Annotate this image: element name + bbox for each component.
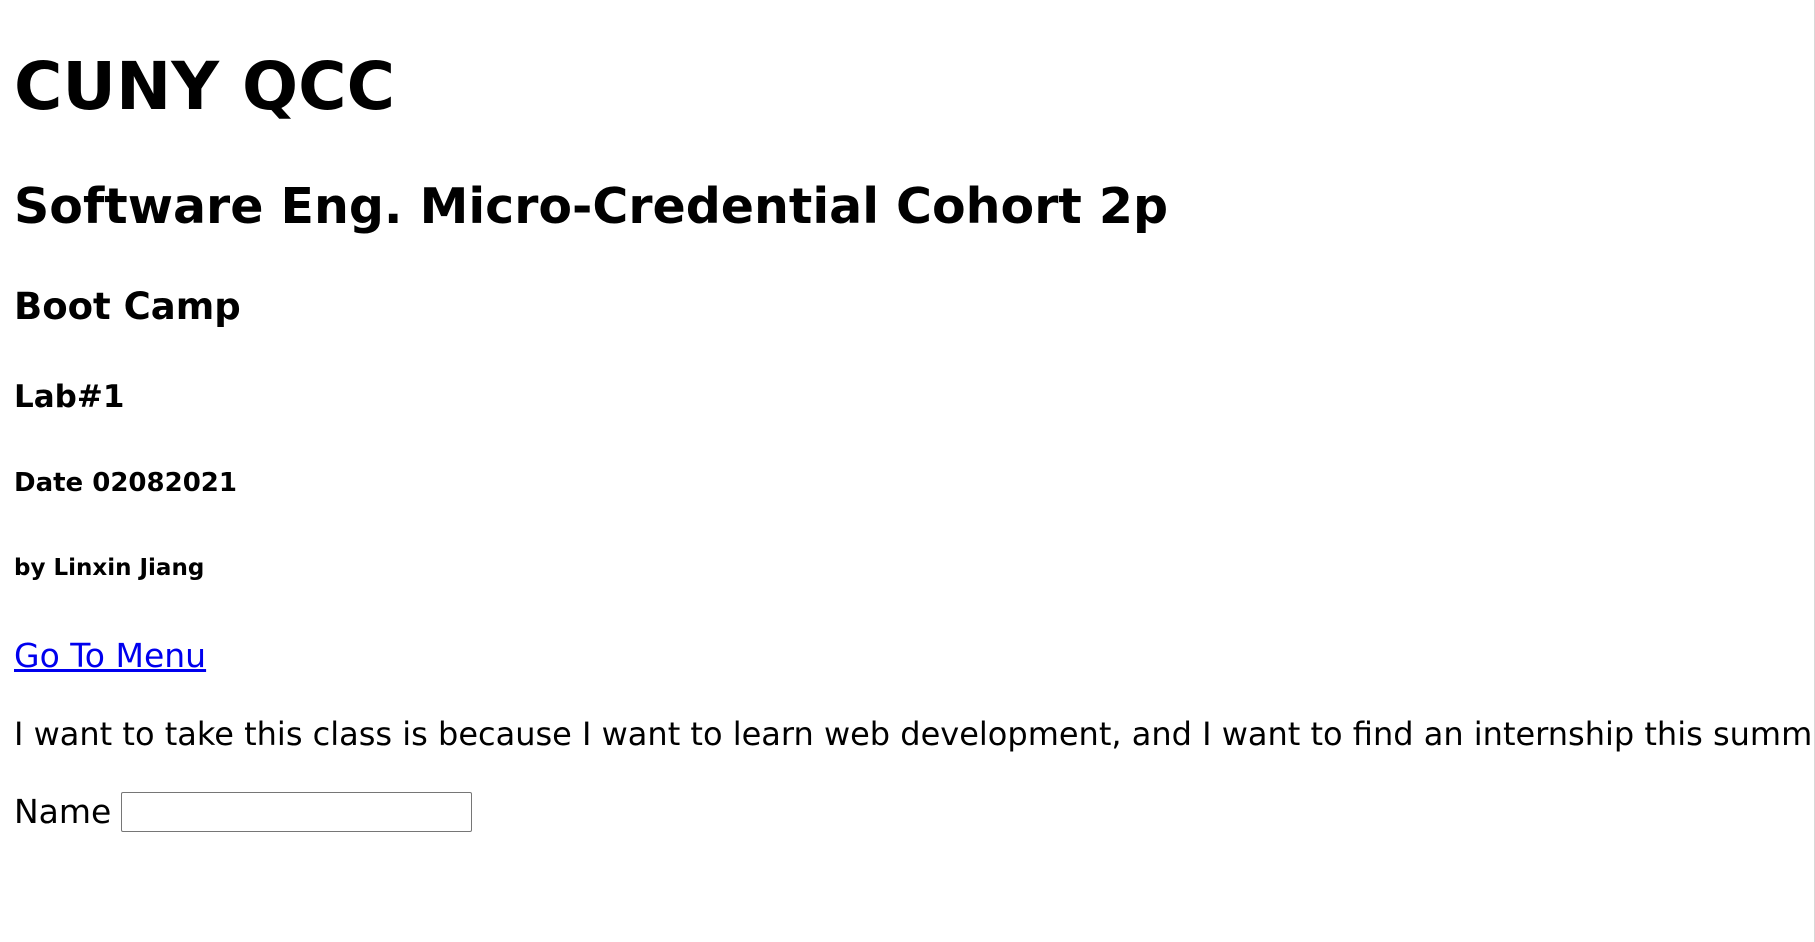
- name-form-row: Name: [14, 790, 473, 834]
- author-heading: by Linxin Jiang: [14, 555, 205, 581]
- program-heading: Software Eng. Micro-Credential Cohort 2p: [14, 178, 1169, 235]
- motivation-paragraph: I want to take this class is because I w…: [14, 715, 1815, 753]
- page-title: CUNY QCC: [14, 48, 396, 125]
- lab-heading: Lab#1: [14, 379, 125, 415]
- name-input[interactable]: [121, 792, 473, 832]
- bootcamp-heading: Boot Camp: [14, 285, 241, 328]
- go-to-menu-link[interactable]: Go To Menu: [14, 634, 206, 678]
- date-heading: Date 02082021: [14, 468, 237, 498]
- name-label: Name: [14, 792, 112, 831]
- page: CUNY QCC Software Eng. Micro-Credential …: [0, 0, 1815, 942]
